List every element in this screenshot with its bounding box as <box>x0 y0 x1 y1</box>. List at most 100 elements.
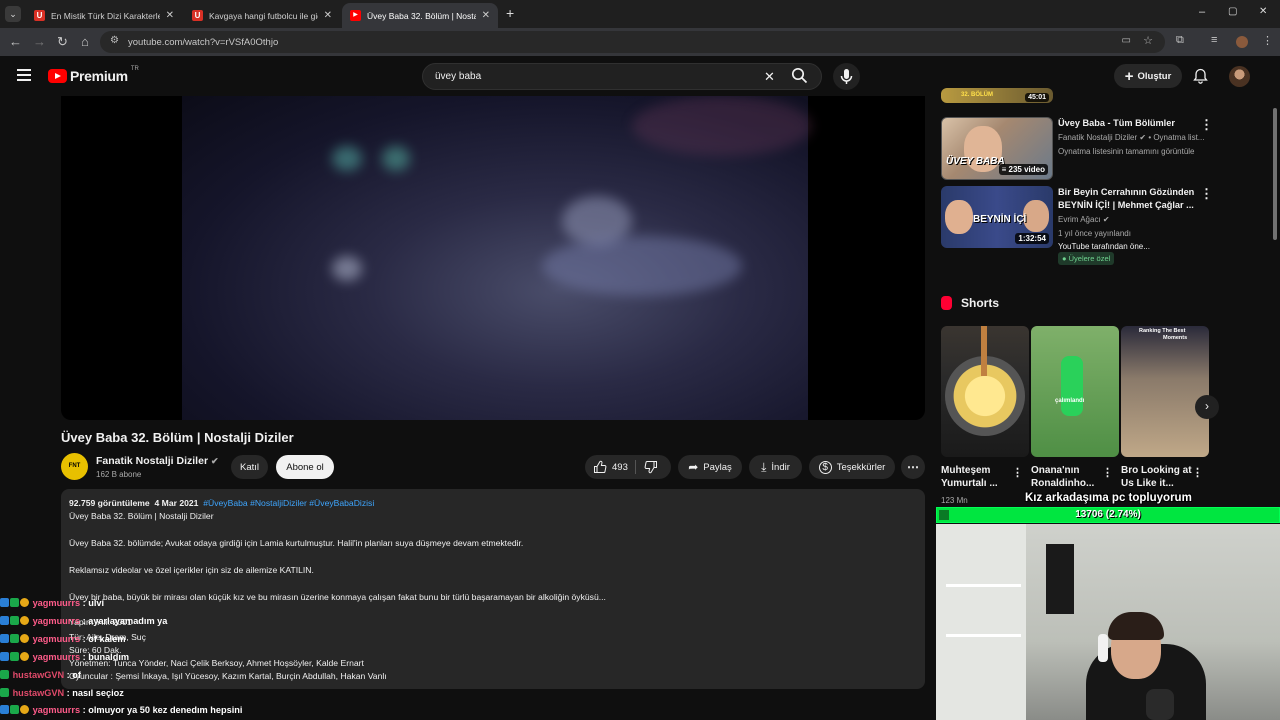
chat-username[interactable]: hustawGVN <box>13 688 65 698</box>
chat-message: hustawGVN : of <box>0 670 81 680</box>
chat-username[interactable]: yagmuurrs <box>33 705 81 715</box>
search-icon[interactable] <box>791 67 810 86</box>
more-actions-button[interactable]: ⋯ <box>901 455 925 479</box>
related-meta-2: YouTube tarafından öne... <box>1058 242 1150 251</box>
minimize-button[interactable]: – <box>1199 6 1205 18</box>
badge-icon <box>10 616 19 625</box>
browser-menu-icon[interactable]: ⋮ <box>1262 34 1273 47</box>
badge-icon <box>0 652 9 661</box>
related-title[interactable]: Bir Beyin Cerrahının Gözünden BEYNİN İÇİ… <box>1058 186 1198 212</box>
maximize-button[interactable]: ▢ <box>1228 6 1237 17</box>
short-title[interactable]: Onana'nın Ronaldinho... <box>1031 464 1103 490</box>
short-thumbnail[interactable]: Ranking The Best Moments <box>1121 326 1209 457</box>
video-duration: 45:01 <box>1025 93 1049 102</box>
thanks-button[interactable]: $ Teşekkürler <box>809 455 895 479</box>
tab-title: Kavgaya hangi futbolcu ile gide <box>209 10 318 21</box>
badge-icon <box>10 598 19 607</box>
more-options-icon[interactable]: ⋮ <box>1200 186 1213 202</box>
thumbs-up-icon <box>594 460 607 473</box>
browser-tab-2[interactable]: U Kavgaya hangi futbolcu ile gide ✕ <box>184 3 340 28</box>
dislike-button[interactable] <box>644 460 658 477</box>
chat-username[interactable]: yagmuurrs <box>33 598 81 608</box>
channel-avatar[interactable]: FNT <box>61 453 88 480</box>
subscribe-button[interactable]: Abone ol <box>276 455 334 479</box>
short-thumbnail[interactable] <box>941 326 1029 457</box>
share-button[interactable]: ➦ Paylaş <box>678 455 742 479</box>
more-options-icon[interactable]: ⋮ <box>1200 117 1213 133</box>
download-button[interactable]: ⤓ İndir <box>749 455 802 479</box>
more-options-icon[interactable]: ⋮ <box>1102 466 1113 479</box>
video-thumbnail[interactable]: BEYNİN İÇİ 1:32:54 <box>941 186 1053 248</box>
address-bar[interactable]: ⚙ youtube.com/watch?v=rVSfA0Othjo ▭ ☆ <box>100 31 1165 53</box>
short-title[interactable]: Muhteşem Yumurtalı ... <box>941 464 1013 490</box>
chat-text: of <box>72 670 81 680</box>
chat-username[interactable]: yagmuurrs <box>33 616 81 626</box>
browser-tab-bar: ⌄ U En Mistik Türk Dizi Karakterleri ✕ U… <box>0 0 1280 28</box>
home-icon[interactable]: ⌂ <box>81 34 89 49</box>
reload-icon[interactable]: ↻ <box>57 34 68 50</box>
short-views: 123 Mn <box>941 496 968 505</box>
video-frame[interactable] <box>182 96 812 420</box>
short-title[interactable]: Bro Looking at Us Like it... <box>1121 464 1193 490</box>
donation-goal-text: Kız arkadaşıma pc topluyorum <box>1025 492 1192 504</box>
bookmark-star-icon[interactable]: ☆ <box>1143 34 1153 47</box>
join-button[interactable]: Katıl <box>231 455 268 479</box>
site-info-icon[interactable]: ⚙ <box>110 35 119 46</box>
chat-message: yagmuurrs : bunaldım <box>0 652 129 662</box>
video-player[interactable] <box>61 96 925 420</box>
back-arrow-icon[interactable]: ← <box>9 34 22 49</box>
related-thumb-partial[interactable]: 32. BÖLÜM 45:01 <box>941 88 1053 103</box>
chat-username[interactable]: hustawGVN <box>13 670 65 680</box>
create-button[interactable]: + Oluştur <box>1114 64 1182 88</box>
account-avatar[interactable] <box>1229 66 1250 87</box>
tab-close-icon[interactable]: ✕ <box>166 10 174 21</box>
close-window-button[interactable]: ✕ <box>1259 6 1267 17</box>
browser-tab-1[interactable]: U En Mistik Türk Dizi Karakterleri ✕ <box>26 3 182 28</box>
clear-search-icon[interactable]: ✕ <box>764 69 775 85</box>
new-tab-button[interactable]: + <box>506 5 514 21</box>
browser-tab-3-active[interactable]: ▶ Üvey Baba 32. Bölüm | Nostalji ✕ <box>342 3 498 28</box>
channel-name[interactable]: Fanatik Nostalji Diziler ✔ <box>96 455 219 467</box>
related-meta[interactable]: Oynatma listesinin tamamını görüntüle <box>1058 147 1195 156</box>
search-box[interactable]: üvey baba ✕ <box>422 63 822 90</box>
donation-goal-bar: 13706 (2.74%) <box>936 507 1280 523</box>
cast-icon[interactable]: ▭ <box>1122 35 1131 46</box>
related-channel[interactable]: Evrim Ağacı ✔ <box>1058 215 1110 224</box>
more-options-icon[interactable]: ⋮ <box>1192 466 1203 479</box>
reading-list-icon[interactable]: ≡ <box>1211 34 1217 46</box>
shorts-next-button[interactable]: › <box>1195 395 1219 419</box>
voice-search-button[interactable] <box>833 63 860 90</box>
related-title[interactable]: Üvey Baba - Tüm Bölümler <box>1058 117 1198 130</box>
short-thumbnail[interactable]: çalımlandı <box>1031 326 1119 457</box>
more-options-icon[interactable]: ⋮ <box>1012 466 1023 479</box>
thanks-dollar-icon: $ <box>818 460 832 474</box>
chat-username[interactable]: yagmuurrs <box>33 634 81 644</box>
chat-text: bunaldım <box>88 652 130 662</box>
description-box[interactable]: 92.759 görüntüleme 4 Mar 2021 #ÜveyBaba … <box>61 489 925 689</box>
hashtag-links[interactable]: #ÜveyBaba #NostaljiDiziler #ÜveyBabaDizi… <box>203 498 374 508</box>
tab-close-icon[interactable]: ✕ <box>324 10 332 21</box>
tab-favicon: U <box>34 10 45 21</box>
playlist-video-count: ≡ 235 video <box>998 164 1048 175</box>
description-stats: 92.759 görüntüleme 4 Mar 2021 #ÜveyBaba … <box>69 498 375 508</box>
chat-username[interactable]: yagmuurrs <box>33 652 81 662</box>
chat-message: yagmuurrs : olmuyor ya 50 kez denedım he… <box>0 705 242 715</box>
tab-favicon: U <box>192 10 203 21</box>
video-title: Üvey Baba 32. Bölüm | Nostalji Diziler <box>61 430 294 445</box>
playlist-thumbnail[interactable]: ÜVEY BABA ≡ 235 video <box>941 117 1053 180</box>
profile-avatar[interactable] <box>1236 36 1248 48</box>
description-line: Reklamsız videolar ve özel içerikler içi… <box>69 565 314 575</box>
extensions-icon[interactable]: ⧉ <box>1176 34 1184 47</box>
share-arrow-icon: ➦ <box>688 460 699 474</box>
search-input[interactable]: üvey baba <box>435 71 481 82</box>
related-channel[interactable]: Fanatik Nostalji Diziler ✔ • Oynatma lis… <box>1058 133 1204 142</box>
like-button[interactable]: 493 <box>585 460 628 474</box>
tab-close-icon[interactable]: ✕ <box>482 10 490 21</box>
notifications-bell-icon[interactable] <box>1193 68 1208 89</box>
hamburger-menu-icon[interactable] <box>17 69 31 81</box>
page-scrollbar[interactable] <box>1273 108 1277 240</box>
forward-arrow-icon[interactable]: → <box>33 34 46 49</box>
tab-search-button[interactable]: ⌄ <box>5 6 21 22</box>
microphone-icon <box>840 69 853 84</box>
youtube-premium-logo[interactable]: Premium TR <box>48 66 139 84</box>
